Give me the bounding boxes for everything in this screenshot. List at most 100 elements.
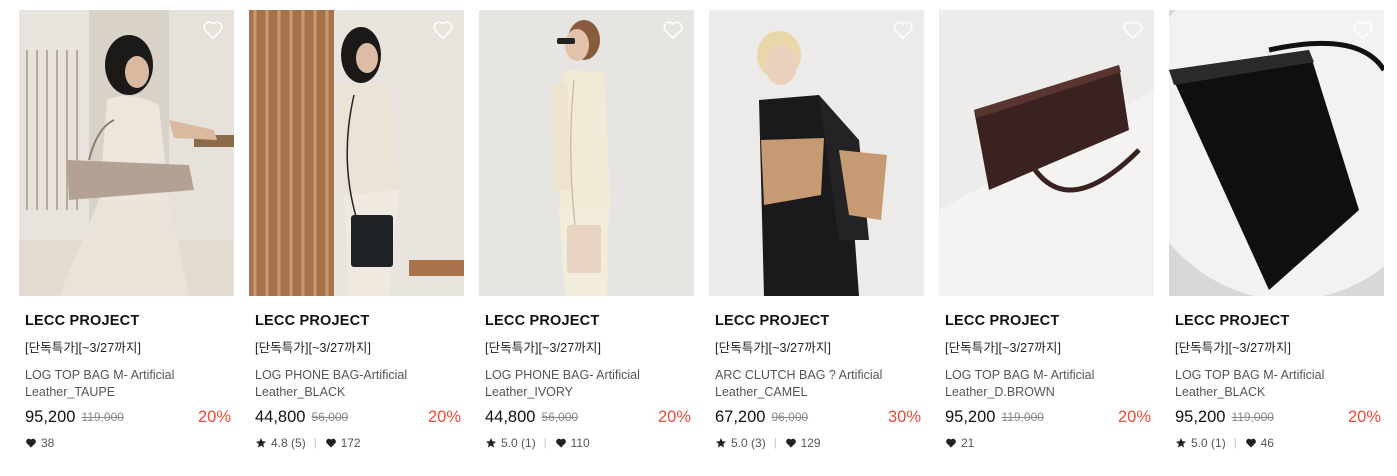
likes-group: 110 xyxy=(555,435,590,451)
likes-group: 46 xyxy=(1245,435,1274,451)
original-price: 56,000 xyxy=(311,410,349,424)
likes-count: 38 xyxy=(41,436,55,450)
discount-rate: 20% xyxy=(657,408,691,426)
brand-name[interactable]: LECC PROJECT xyxy=(945,312,1151,330)
wishlist-heart-icon[interactable] xyxy=(202,20,224,40)
likes-group: 129 xyxy=(785,435,821,451)
brand-name[interactable]: LECC PROJECT xyxy=(25,312,231,330)
product-card[interactable]: LECC PROJECT [단독특가][~3/27까지] LOG TOP BAG… xyxy=(19,10,234,470)
product-name[interactable]: LOG TOP BAG M- Artificial Leather_D.BROW… xyxy=(945,367,1151,401)
original-price: 119,000 xyxy=(1231,410,1274,424)
rating-value: 4.8 xyxy=(271,436,288,450)
review-count: (1) xyxy=(521,436,536,450)
star-icon xyxy=(715,437,727,449)
product-name-line: LOG PHONE BAG-Artificial xyxy=(255,368,408,382)
product-photo xyxy=(939,10,1154,296)
star-icon xyxy=(1175,437,1187,449)
product-meta: 5.0 (1) | 110 xyxy=(485,435,691,451)
rating-group: 4.8 (5) xyxy=(255,435,306,451)
product-image[interactable] xyxy=(939,10,1154,296)
heart-filled-icon xyxy=(25,437,37,449)
product-info: LECC PROJECT [단독특가][~3/27까지] ARC CLUTCH … xyxy=(715,312,921,451)
promo-label: [단독특가][~3/27까지] xyxy=(715,341,832,355)
product-image[interactable] xyxy=(249,10,464,296)
product-image[interactable] xyxy=(709,10,924,296)
rating-group: 5.0 (3) xyxy=(715,435,766,451)
product-name[interactable]: LOG PHONE BAG-Artificial Leather_BLACK xyxy=(255,367,461,401)
review-count: (5) xyxy=(291,436,306,450)
product-name[interactable]: ARC CLUTCH BAG ? Artificial Leather_CAME… xyxy=(715,367,921,401)
wishlist-heart-icon[interactable] xyxy=(1352,20,1374,40)
product-info: LECC PROJECT [단독특가][~3/27까지] LOG TOP BAG… xyxy=(1175,312,1381,451)
original-price: 96,000 xyxy=(771,410,809,424)
product-meta: 5.0 (3) | 129 xyxy=(715,435,921,451)
rating-value: 5.0 xyxy=(501,436,518,450)
rating-value: 5.0 xyxy=(1191,436,1208,450)
heart-filled-icon xyxy=(1245,437,1257,449)
product-image[interactable] xyxy=(479,10,694,296)
wishlist-heart-icon[interactable] xyxy=(892,20,914,40)
brand-name[interactable]: LECC PROJECT xyxy=(485,312,691,330)
brand-name[interactable]: LECC PROJECT xyxy=(715,312,921,330)
product-card[interactable]: LECC PROJECT [단독특가][~3/27까지] ARC CLUTCH … xyxy=(709,10,924,470)
product-meta: 4.8 (5) | 172 xyxy=(255,435,461,451)
product-image[interactable] xyxy=(19,10,234,296)
wishlist-heart-icon[interactable] xyxy=(1122,20,1144,40)
product-photo xyxy=(479,10,694,296)
heart-filled-icon xyxy=(555,437,567,449)
price-row: 44,800 56,000 20% xyxy=(255,406,461,428)
discount-rate: 30% xyxy=(887,408,921,426)
product-name-line: Leather_BLACK xyxy=(1175,385,1266,399)
wishlist-heart-icon[interactable] xyxy=(432,20,454,40)
likes-group: 21 xyxy=(945,435,974,451)
discount-rate: 20% xyxy=(1347,408,1381,426)
product-name-line: ARC CLUTCH BAG ? Artificial xyxy=(715,368,883,382)
wishlist-heart-icon[interactable] xyxy=(662,20,684,40)
likes-count: 129 xyxy=(800,436,821,450)
product-name-line: Leather_BLACK xyxy=(255,385,346,399)
rating-group: 5.0 (1) xyxy=(485,435,536,451)
meta-divider: | xyxy=(543,437,547,449)
product-photo xyxy=(19,10,234,296)
product-image[interactable] xyxy=(1169,10,1384,296)
product-meta: 38 xyxy=(25,435,231,451)
heart-filled-icon xyxy=(785,437,797,449)
sale-price: 95,200 xyxy=(25,408,76,426)
likes-count: 172 xyxy=(340,436,361,450)
product-name-line: LOG TOP BAG M- Artificial xyxy=(25,368,175,382)
product-name[interactable]: LOG PHONE BAG- Artificial Leather_IVORY xyxy=(485,367,691,401)
sale-price: 95,200 xyxy=(1175,408,1226,426)
product-name-line: LOG TOP BAG M- Artificial xyxy=(1175,368,1325,382)
product-card[interactable]: LECC PROJECT [단독특가][~3/27까지] LOG PHONE B… xyxy=(479,10,694,470)
product-name-line: LOG TOP BAG M- Artificial xyxy=(945,368,1095,382)
product-name-line: Leather_TAUPE xyxy=(25,385,116,399)
original-price: 56,000 xyxy=(541,410,579,424)
review-count: (1) xyxy=(1211,436,1226,450)
discount-rate: 20% xyxy=(1117,408,1151,426)
price-row: 67,200 96,000 30% xyxy=(715,406,921,428)
product-photo xyxy=(249,10,464,296)
product-name-line: LOG PHONE BAG- Artificial xyxy=(485,368,640,382)
product-meta: 5.0 (1) | 46 xyxy=(1175,435,1381,451)
product-info: LECC PROJECT [단독특가][~3/27까지] LOG PHONE B… xyxy=(485,312,691,451)
product-name-line: Leather_CAMEL xyxy=(715,385,808,399)
likes-count: 21 xyxy=(961,436,975,450)
price-row: 95,200 119,000 20% xyxy=(1175,406,1381,428)
review-count: (3) xyxy=(751,436,766,450)
product-info: LECC PROJECT [단독특가][~3/27까지] LOG PHONE B… xyxy=(255,312,461,451)
brand-name[interactable]: LECC PROJECT xyxy=(1175,312,1381,330)
product-card[interactable]: LECC PROJECT [단독특가][~3/27까지] LOG TOP BAG… xyxy=(1169,10,1384,470)
product-card[interactable]: LECC PROJECT [단독특가][~3/27까지] LOG TOP BAG… xyxy=(939,10,1154,470)
product-card[interactable]: LECC PROJECT [단독특가][~3/27까지] LOG PHONE B… xyxy=(249,10,464,470)
brand-name[interactable]: LECC PROJECT xyxy=(255,312,461,330)
meta-divider: | xyxy=(1233,437,1237,449)
original-price: 119,000 xyxy=(81,410,124,424)
star-icon xyxy=(485,437,497,449)
heart-filled-icon xyxy=(325,437,337,449)
promo-label: [단독특가][~3/27까지] xyxy=(1175,341,1292,355)
sale-price: 44,800 xyxy=(255,408,306,426)
product-name[interactable]: LOG TOP BAG M- Artificial Leather_TAUPE xyxy=(25,367,231,401)
product-name[interactable]: LOG TOP BAG M- Artificial Leather_BLACK xyxy=(1175,367,1381,401)
meta-divider: | xyxy=(773,437,777,449)
product-name-line: Leather_D.BROWN xyxy=(945,385,1055,399)
